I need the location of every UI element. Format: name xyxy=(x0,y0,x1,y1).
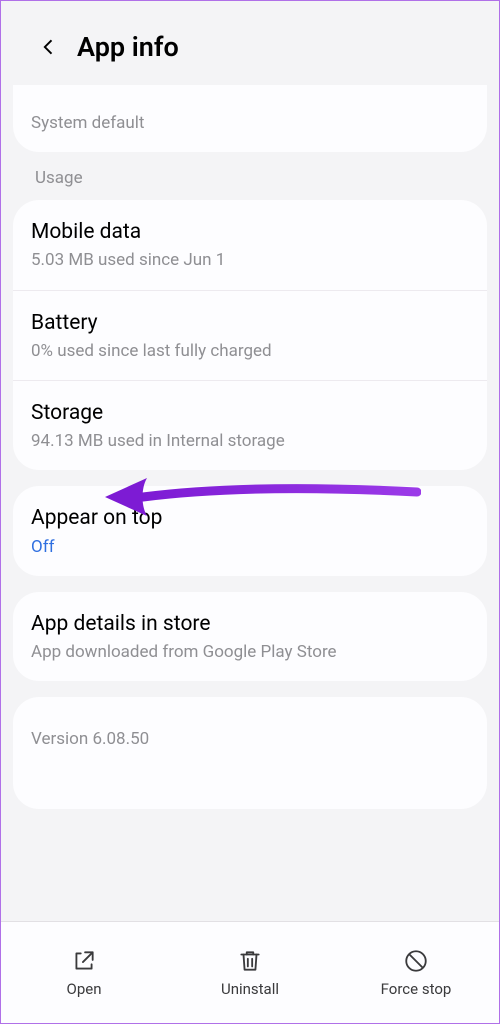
app-details-sub: App downloaded from Google Play Store xyxy=(31,641,469,663)
force-stop-label: Force stop xyxy=(381,980,452,998)
row-battery[interactable]: Battery 0% used since last fully charged xyxy=(13,290,487,380)
header: App info xyxy=(1,1,499,85)
row-storage[interactable]: Storage 94.13 MB used in Internal storag… xyxy=(13,380,487,470)
battery-sub: 0% used since last fully charged xyxy=(31,340,469,362)
appear-on-top-sub: Off xyxy=(31,536,469,558)
back-button[interactable] xyxy=(31,29,67,65)
uninstall-button[interactable]: Uninstall xyxy=(167,922,333,1023)
card-app-basic: . Language System default xyxy=(13,85,487,152)
storage-title: Storage xyxy=(31,399,469,427)
language-sub: System default xyxy=(31,112,469,134)
battery-title: Battery xyxy=(31,309,469,337)
version-text: Version 6.08.50 xyxy=(31,729,469,749)
trash-icon xyxy=(237,948,263,974)
open-icon xyxy=(71,948,97,974)
row-mobile-data[interactable]: Mobile data 5.03 MB used since Jun 1 xyxy=(13,200,487,289)
open-button[interactable]: Open xyxy=(1,922,167,1023)
stop-icon xyxy=(403,948,429,974)
storage-sub: 94.13 MB used in Internal storage xyxy=(31,430,469,452)
bottom-bar: Open Uninstall Force stop xyxy=(1,921,499,1023)
row-language[interactable]: Language System default xyxy=(13,85,487,152)
section-usage-label: Usage xyxy=(13,168,487,200)
mobile-data-title: Mobile data xyxy=(31,218,469,246)
card-version: Version 6.08.50 xyxy=(13,697,487,809)
uninstall-label: Uninstall xyxy=(221,980,279,998)
content-scroll[interactable]: . Language System default Usage Mobile d… xyxy=(1,85,499,921)
card-appear-on-top: Appear on top Off xyxy=(13,486,487,575)
card-app-details: App details in store App downloaded from… xyxy=(13,592,487,681)
language-title: Language xyxy=(31,96,469,110)
app-details-title: App details in store xyxy=(31,610,469,638)
row-appear-on-top[interactable]: Appear on top Off xyxy=(13,486,487,575)
chevron-left-icon xyxy=(39,37,59,57)
force-stop-button[interactable]: Force stop xyxy=(333,922,499,1023)
appear-on-top-title: Appear on top xyxy=(31,504,469,532)
card-usage: Mobile data 5.03 MB used since Jun 1 Bat… xyxy=(13,200,487,470)
open-label: Open xyxy=(67,980,102,998)
mobile-data-sub: 5.03 MB used since Jun 1 xyxy=(31,249,469,271)
row-app-details[interactable]: App details in store App downloaded from… xyxy=(13,592,487,681)
page-title: App info xyxy=(77,31,179,63)
